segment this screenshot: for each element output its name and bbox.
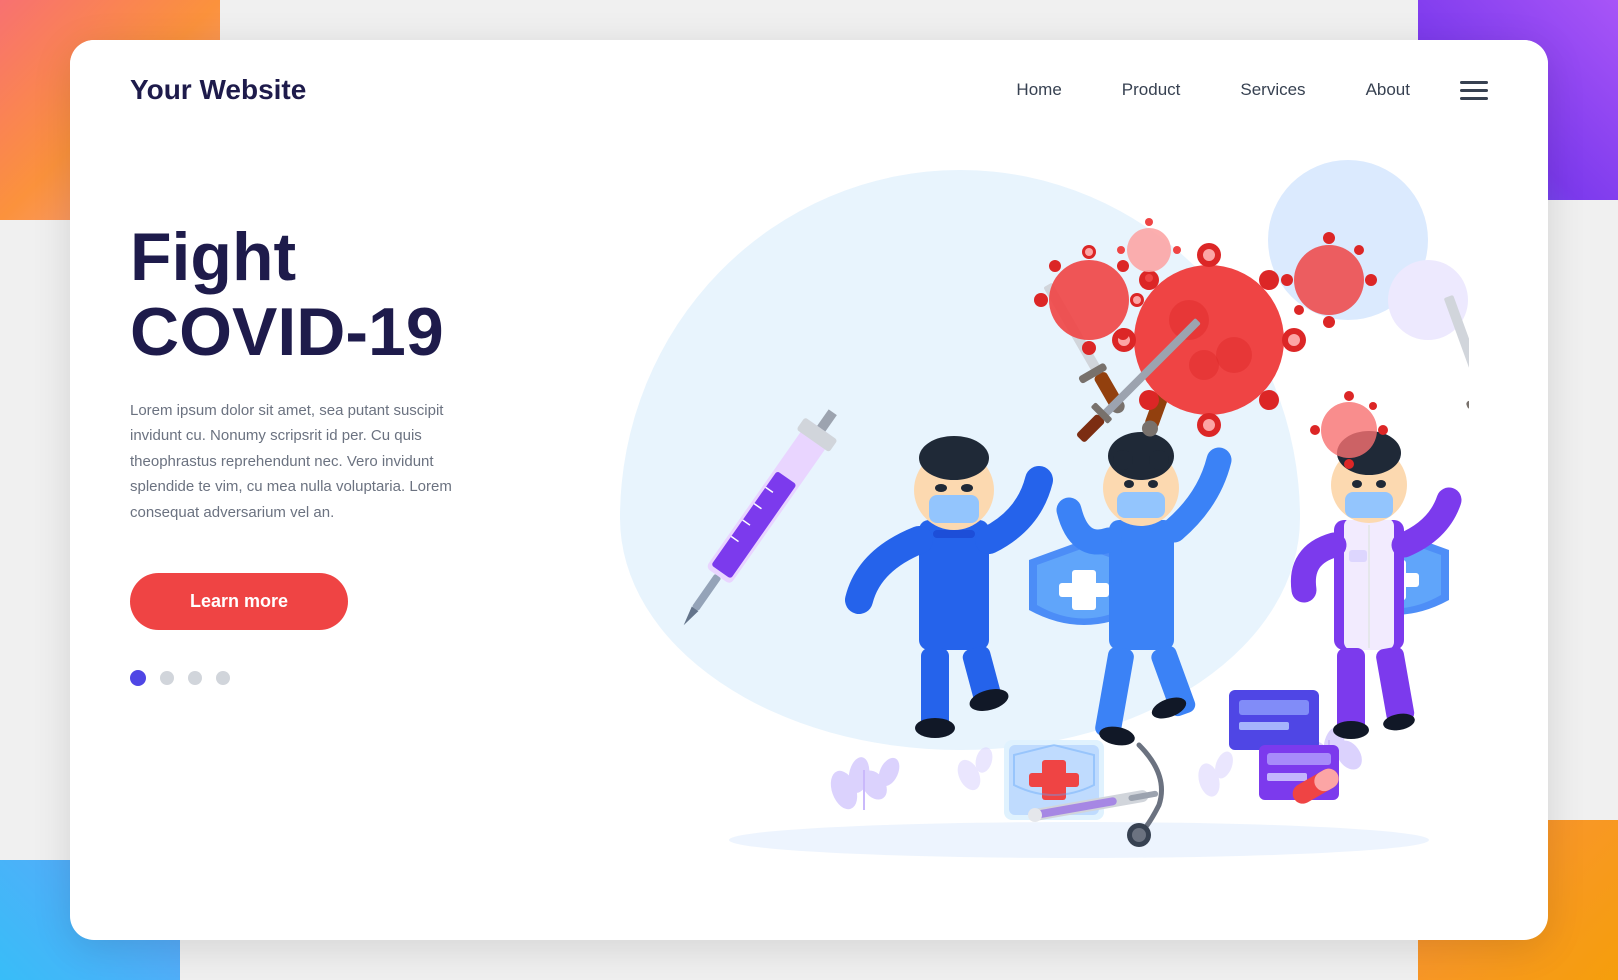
hero-title-line2: COVID-19 <box>130 294 444 370</box>
main-card: Your Website Home Product Services About… <box>70 40 1548 940</box>
hero-left: Fight COVID-19 Lorem ipsum dolor sit ame… <box>70 140 570 940</box>
nav-link-home[interactable]: Home <box>1016 80 1061 99</box>
hamburger-line-3 <box>1460 97 1488 100</box>
navbar: Your Website Home Product Services About <box>70 40 1548 140</box>
hamburger-icon[interactable] <box>1460 81 1488 100</box>
dot-2[interactable] <box>160 671 174 685</box>
nav-links: Home Product Services About <box>1016 80 1410 100</box>
pagination-dots <box>130 670 510 686</box>
hero-description: Lorem ipsum dolor sit amet, sea putant s… <box>130 398 490 526</box>
nav-link-services[interactable]: Services <box>1240 80 1305 99</box>
nav-link-product[interactable]: Product <box>1122 80 1181 99</box>
hero-title: Fight COVID-19 <box>130 220 510 370</box>
dot-1[interactable] <box>130 670 146 686</box>
hero-title-line1: Fight <box>130 219 296 295</box>
learn-more-button[interactable]: Learn more <box>130 573 348 630</box>
nav-logo[interactable]: Your Website <box>130 74 306 106</box>
dot-3[interactable] <box>188 671 202 685</box>
hero-section: Fight COVID-19 Lorem ipsum dolor sit ame… <box>70 140 1548 940</box>
hamburger-line-2 <box>1460 89 1488 92</box>
hero-right <box>570 140 1548 940</box>
dot-4[interactable] <box>216 671 230 685</box>
hamburger-line-1 <box>1460 81 1488 84</box>
nav-link-about[interactable]: About <box>1366 80 1410 99</box>
hero-illustration <box>649 200 1469 880</box>
